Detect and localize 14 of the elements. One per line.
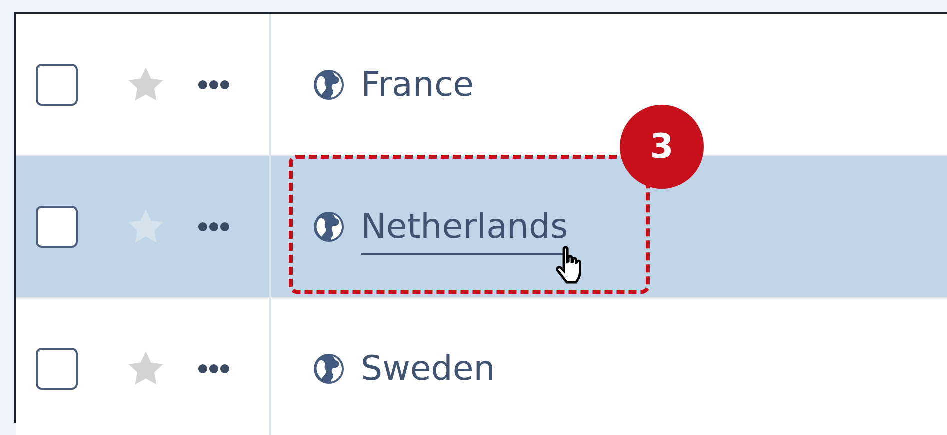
globe-icon: [313, 68, 345, 100]
country-link[interactable]: Sweden: [361, 348, 496, 396]
more-icon[interactable]: [198, 80, 230, 90]
more-icon[interactable]: [198, 222, 230, 232]
checkbox[interactable]: [36, 206, 78, 248]
more-icon[interactable]: [198, 364, 230, 374]
checkbox[interactable]: [36, 348, 78, 390]
checkbox[interactable]: [36, 64, 78, 106]
star-icon[interactable]: [126, 66, 166, 104]
globe-icon: [313, 352, 345, 384]
star-icon[interactable]: [126, 350, 166, 388]
list-row[interactable]: Sweden: [16, 298, 947, 435]
country-link[interactable]: France: [361, 64, 474, 112]
globe-icon: [313, 210, 345, 242]
